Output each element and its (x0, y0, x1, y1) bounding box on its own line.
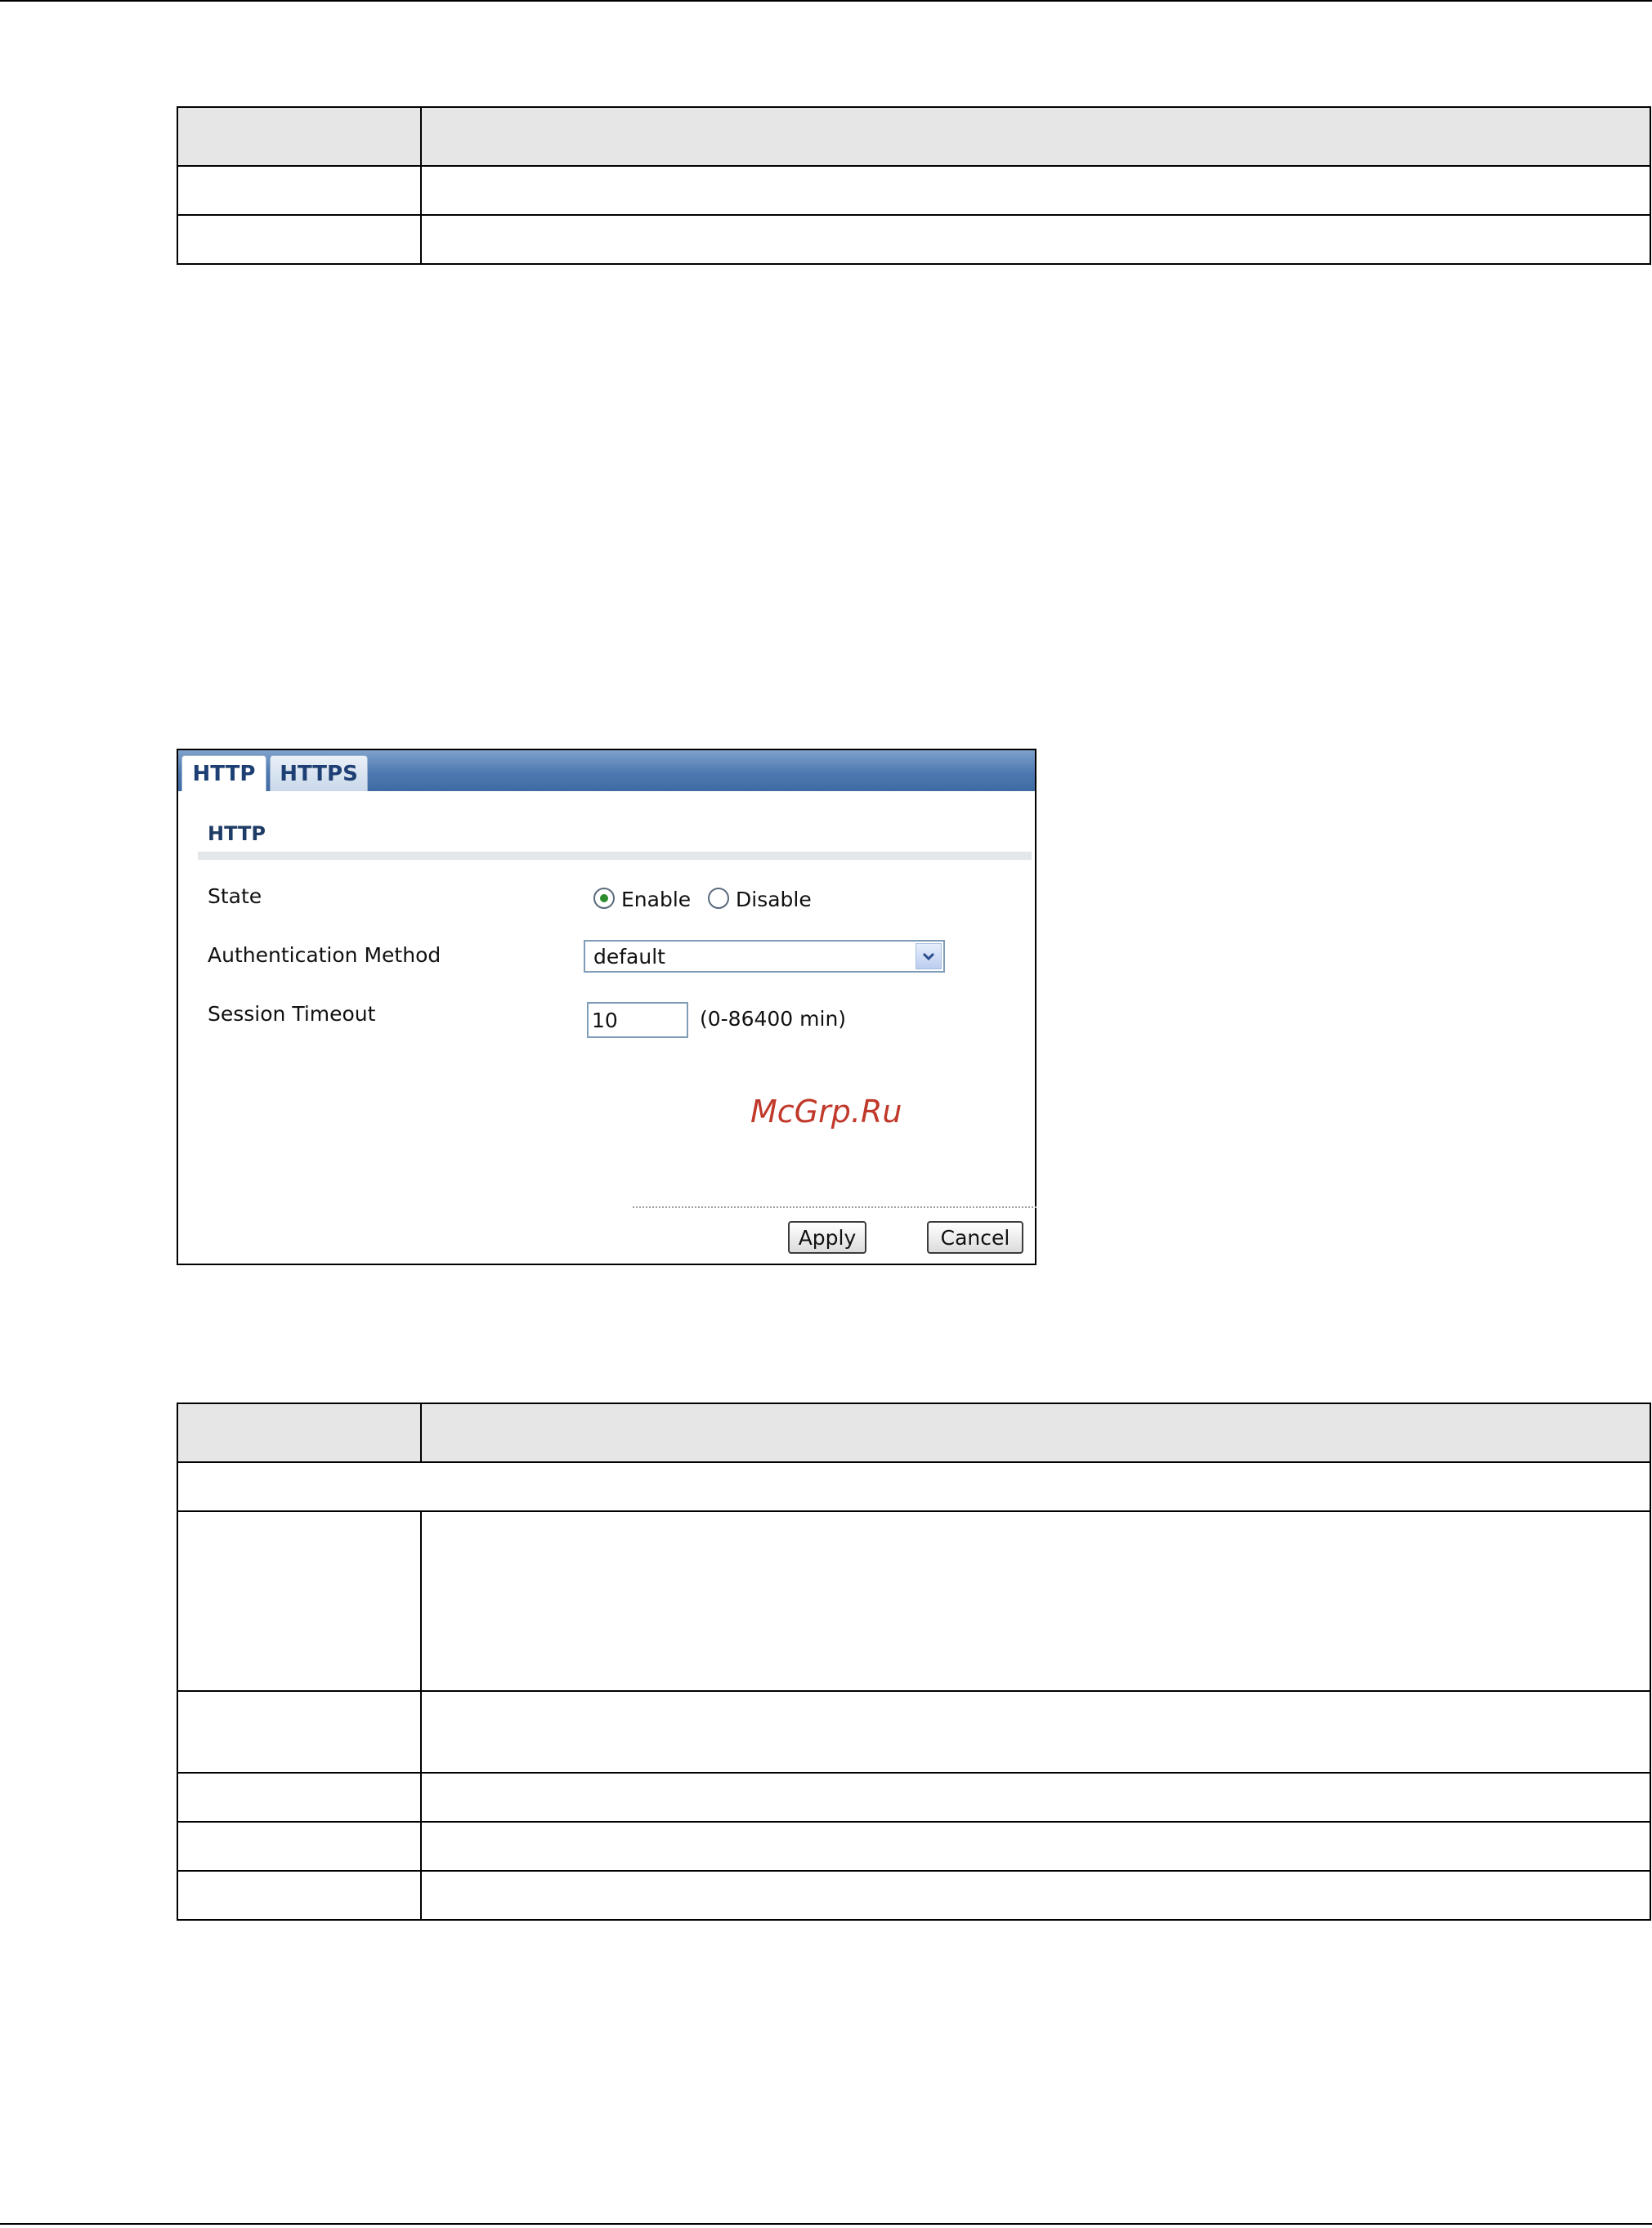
session-timeout-label: Session Timeout (208, 1002, 376, 1026)
state-disable-radio[interactable] (708, 888, 729, 909)
header-rule (0, 0, 1652, 2)
tab-https[interactable]: HTTPS (270, 755, 368, 791)
watermark: McGrp.Ru (750, 1094, 902, 1130)
auth-method-value: default (593, 945, 665, 969)
state-enable-radio[interactable] (593, 888, 615, 909)
table-row (177, 214, 1651, 265)
section-title: HTTP (208, 822, 266, 845)
state-enable-label: Enable (621, 888, 692, 911)
table-row (177, 1772, 1651, 1823)
section-divider (198, 852, 1032, 860)
table-header-row (177, 1403, 1651, 1463)
state-disable-label: Disable (736, 888, 812, 911)
table-section-row (177, 1461, 1651, 1512)
auth-method-label: Authentication Method (208, 943, 441, 967)
table-top (177, 106, 1651, 265)
table-row (177, 1510, 1651, 1692)
table-header-row (177, 106, 1651, 167)
apply-button[interactable]: Apply (788, 1221, 866, 1254)
state-label: State (208, 884, 262, 908)
table-row (177, 1690, 1651, 1774)
auth-method-select[interactable]: default (584, 940, 945, 973)
chevron-down-icon[interactable] (916, 943, 942, 969)
table-bottom (177, 1403, 1651, 1921)
http-settings-panel: HTTP HTTPS HTTP State Enable Disable Aut… (177, 749, 1036, 1265)
button-divider (633, 1206, 1036, 1208)
cancel-button[interactable]: Cancel (927, 1221, 1023, 1254)
table-row (177, 165, 1651, 216)
tab-http[interactable]: HTTP (181, 755, 266, 791)
table-row (177, 1821, 1651, 1872)
table-row (177, 1870, 1651, 1921)
footer-rule (0, 2223, 1652, 2225)
tab-bar: HTTP HTTPS (178, 750, 1035, 791)
session-timeout-hint: (0-86400 min) (700, 1007, 847, 1031)
session-timeout-input[interactable] (587, 1002, 688, 1038)
